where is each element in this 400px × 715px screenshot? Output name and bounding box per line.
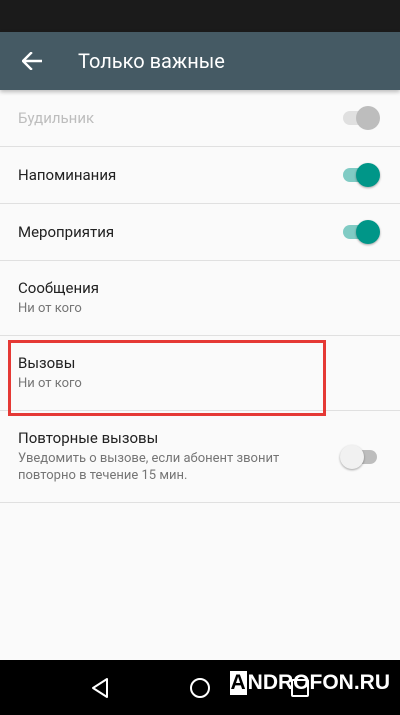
arrow-back-icon <box>22 52 42 70</box>
back-triangle-icon[interactable] <box>89 677 111 699</box>
setting-title: Мероприятия <box>18 223 115 241</box>
setting-events[interactable]: Мероприятия <box>0 204 400 261</box>
setting-subtitle: Уведомить о вызове, если абонент звонит … <box>18 451 280 483</box>
setting-messages[interactable]: Сообщения Ни от кого <box>0 261 400 336</box>
setting-title: Вызовы <box>18 354 76 372</box>
setting-title: Будильник <box>18 109 95 127</box>
setting-reminders[interactable]: Напоминания <box>0 147 400 204</box>
watermark: A NDROFON.RU <box>229 668 390 698</box>
setting-calls[interactable]: Вызовы Ни от кого <box>0 336 400 411</box>
status-bar <box>0 0 400 32</box>
home-circle-icon[interactable] <box>189 677 211 699</box>
setting-subtitle: Ни от кого <box>18 376 82 391</box>
events-switch[interactable] <box>342 220 380 244</box>
settings-list: Будильник Напоминания Мероприятия Сообще… <box>0 90 400 503</box>
toolbar: Только важные <box>0 32 400 90</box>
setting-title: Повторные вызовы <box>18 429 159 447</box>
setting-alarms: Будильник <box>0 90 400 147</box>
setting-title: Напоминания <box>18 166 117 184</box>
reminders-switch[interactable] <box>342 163 380 187</box>
repeat-calls-switch[interactable] <box>340 444 378 469</box>
watermark-first: A <box>229 671 247 695</box>
setting-repeat-calls[interactable]: Повторные вызовы Уведомить о вызове, есл… <box>0 411 400 503</box>
watermark-rest: NDROFON.RU <box>247 671 390 694</box>
alarms-switch <box>342 106 380 130</box>
back-button[interactable] <box>0 32 64 90</box>
page-title: Только важные <box>78 49 225 73</box>
setting-title: Сообщения <box>18 279 100 297</box>
setting-subtitle: Ни от кого <box>18 301 82 316</box>
